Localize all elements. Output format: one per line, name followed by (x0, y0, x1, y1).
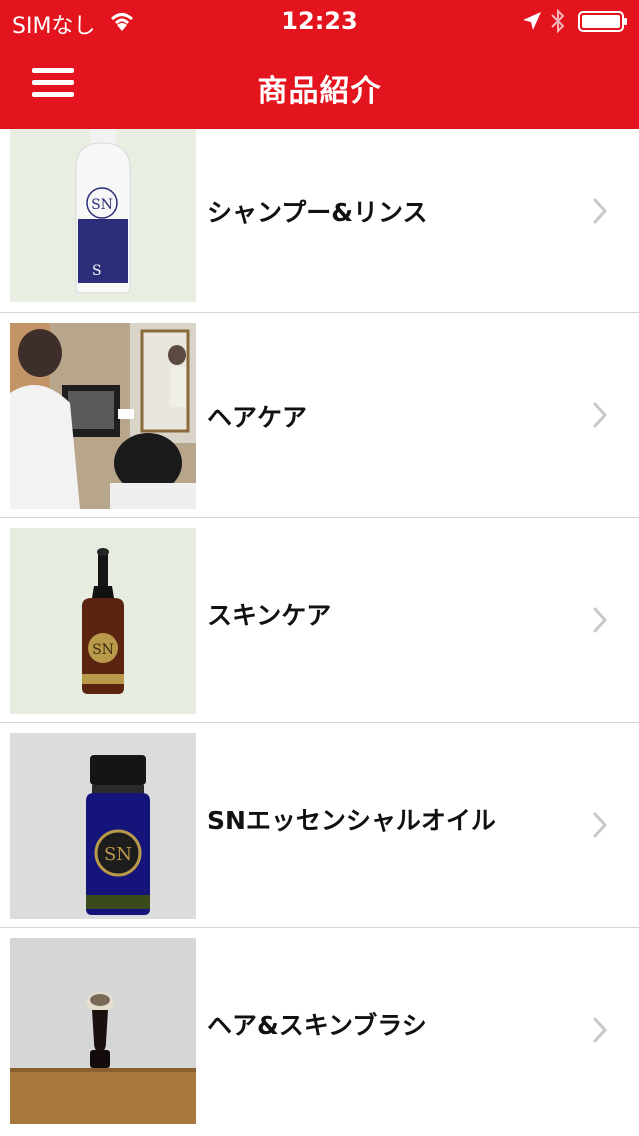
location-arrow-icon (523, 12, 541, 30)
nav-bar: 商品紹介 (0, 42, 639, 129)
product-row-brush[interactable]: ヘア&スキンブラシ (0, 928, 639, 1136)
chevron-right-icon (593, 607, 608, 633)
product-label: シャンプー&リンス (207, 198, 428, 227)
essential-oil-image: SN (10, 733, 196, 919)
product-row-shampoo[interactable]: SN S シャンプー&リンス (0, 129, 639, 313)
battery-icon (578, 11, 627, 32)
svg-text:S: S (92, 263, 102, 279)
page-title: 商品紹介 (257, 74, 382, 109)
chevron-right-icon (593, 1017, 608, 1043)
status-time: 12:23 (281, 7, 358, 35)
shampoo-image: SN S (10, 129, 196, 302)
chevron-right-icon (593, 198, 608, 224)
svg-text:SN: SN (92, 642, 114, 658)
status-bar: SIMなし 12:23 (0, 0, 639, 42)
product-label: SNエッセンシャルオイル (207, 806, 496, 835)
product-label: スキンケア (207, 601, 332, 630)
header: SIMなし 12:23 商品紹介 (0, 0, 639, 129)
bluetooth-icon (551, 8, 565, 34)
skincare-image: SN (10, 528, 196, 714)
brush-image (10, 938, 196, 1124)
haircare-image (10, 323, 196, 509)
product-label: ヘア&スキンブラシ (207, 1011, 427, 1040)
chevron-right-icon (593, 812, 608, 838)
product-label: ヘアケア (207, 403, 308, 432)
chevron-right-icon (593, 402, 608, 428)
svg-text:SN: SN (91, 197, 113, 213)
product-row-essential-oil[interactable]: SN SNエッセンシャルオイル (0, 723, 639, 928)
svg-text:SN: SN (104, 844, 132, 865)
product-row-skincare[interactable]: SN スキンケア (0, 518, 639, 723)
product-row-haircare[interactable]: ヘアケア (0, 313, 639, 518)
